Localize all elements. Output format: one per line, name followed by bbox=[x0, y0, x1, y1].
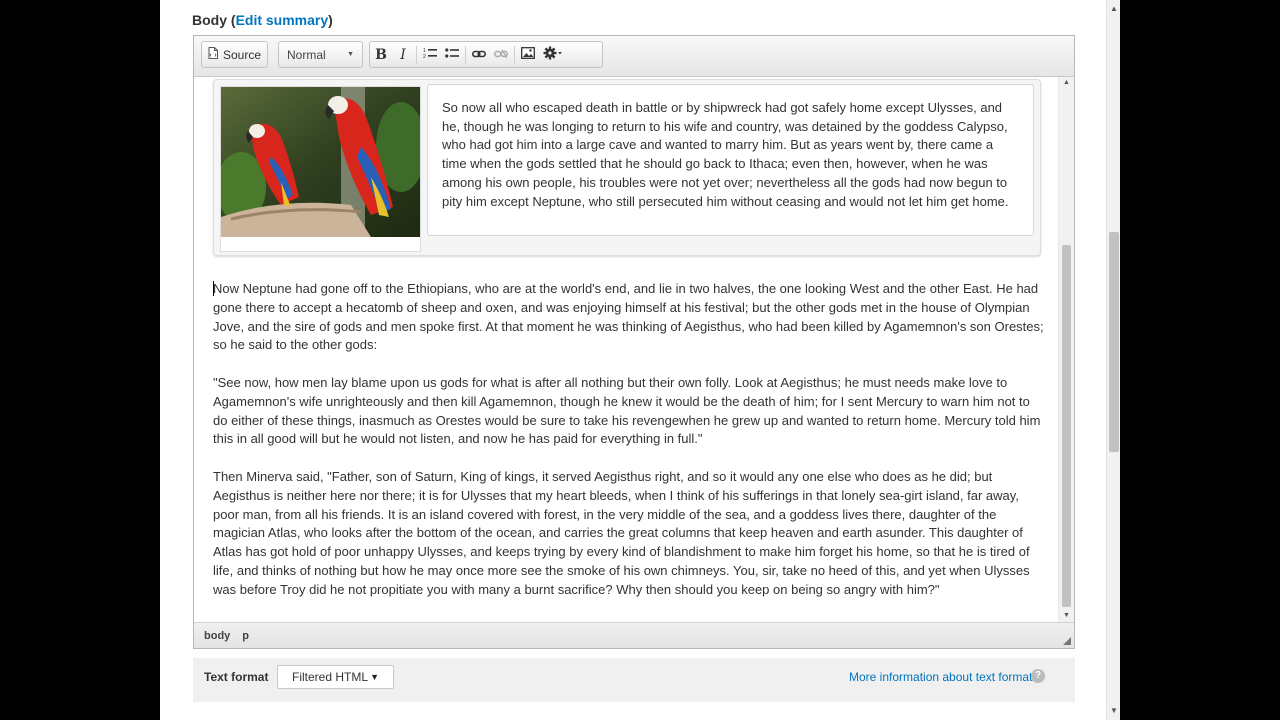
scroll-down-arrow-icon[interactable]: ▼ bbox=[1059, 610, 1074, 622]
text-format-help-link[interactable]: More information about text formats bbox=[849, 670, 1038, 684]
resize-handle-icon[interactable] bbox=[1063, 637, 1071, 645]
dropdown-arrow-icon: ▼ bbox=[347, 51, 354, 58]
parrot-image[interactable] bbox=[220, 86, 421, 252]
italic-button[interactable]: I bbox=[392, 42, 414, 67]
link-button[interactable] bbox=[468, 42, 490, 67]
bulleted-list-icon bbox=[445, 47, 459, 62]
gear-icon bbox=[543, 46, 563, 63]
paragraph-format-dropdown[interactable]: Normal ▼ bbox=[278, 41, 363, 68]
page-scroll-thumb[interactable] bbox=[1109, 232, 1119, 452]
link-icon bbox=[472, 48, 486, 62]
svg-text:2: 2 bbox=[423, 54, 426, 59]
toolbar-separator bbox=[416, 45, 417, 64]
numbered-list-icon: 12 bbox=[423, 47, 437, 62]
text-format-select[interactable]: Filtered HTML ▼ bbox=[277, 665, 394, 689]
edit-summary-link[interactable]: Edit summary bbox=[236, 12, 329, 28]
editor-content-area[interactable]: So now all who escaped death in battle o… bbox=[194, 77, 1058, 622]
unlink-button[interactable] bbox=[490, 42, 512, 67]
dropdown-arrow-icon: ▼ bbox=[370, 672, 379, 682]
element-path-bar: body p bbox=[194, 622, 1074, 648]
numbered-list-button[interactable]: 12 bbox=[419, 42, 441, 67]
text-format-value: Filtered HTML bbox=[292, 670, 369, 684]
text-format-label: Text format bbox=[204, 670, 269, 684]
body-field-label: Body (Edit summary) bbox=[192, 12, 333, 28]
rich-text-editor: Source Normal ▼ B I 12 So now all who es… bbox=[193, 35, 1075, 649]
path-item-body[interactable]: body bbox=[204, 630, 230, 642]
source-label: Source bbox=[222, 47, 262, 62]
format-value: Normal bbox=[287, 47, 326, 62]
image-icon bbox=[521, 47, 535, 62]
editor-scrollbar[interactable]: ▲ ▼ bbox=[1058, 77, 1074, 622]
source-icon bbox=[208, 47, 218, 62]
bold-button[interactable]: B bbox=[370, 42, 392, 67]
scroll-up-arrow-icon[interactable]: ▲ bbox=[1059, 77, 1074, 89]
source-button[interactable]: Source bbox=[201, 41, 268, 68]
body-paragraph-3[interactable]: Then Minerva said, "Father, son of Satur… bbox=[213, 468, 1047, 600]
body-paragraph-2[interactable]: "See now, how men lay blame upon us gods… bbox=[213, 374, 1047, 449]
text-format-bar: Text format Filtered HTML ▼ More informa… bbox=[193, 658, 1075, 702]
page-scroll-down-icon[interactable]: ▼ bbox=[1107, 704, 1120, 718]
toolbar-separator bbox=[465, 45, 466, 64]
image-button[interactable] bbox=[517, 42, 539, 67]
close-paren: ) bbox=[328, 12, 333, 28]
editor-toolbar: Source Normal ▼ B I 12 bbox=[194, 36, 1074, 77]
toolbar-separator bbox=[514, 45, 515, 64]
italic-icon: I bbox=[400, 46, 406, 63]
help-icon[interactable]: ? bbox=[1031, 669, 1045, 683]
page-scroll-up-icon[interactable]: ▲ bbox=[1107, 2, 1120, 16]
formatting-button-group: B I 12 bbox=[369, 41, 603, 68]
editor-scroll-thumb[interactable] bbox=[1062, 245, 1071, 607]
image-caption[interactable]: So now all who escaped death in battle o… bbox=[427, 84, 1034, 236]
settings-dropdown-button[interactable] bbox=[539, 42, 567, 67]
page-scrollbar[interactable]: ▲ ▼ bbox=[1106, 0, 1120, 720]
bulleted-list-button[interactable] bbox=[441, 42, 463, 67]
field-label-text: Body bbox=[192, 12, 227, 28]
path-item-p[interactable]: p bbox=[242, 630, 249, 642]
page: Body (Edit summary) Source Normal ▼ B I bbox=[160, 0, 1120, 720]
paragraph-text: Now Neptune had gone off to the Ethiopia… bbox=[213, 281, 1044, 353]
bold-icon: B bbox=[375, 46, 387, 63]
unlink-icon bbox=[494, 48, 508, 62]
captioned-image-widget[interactable]: So now all who escaped death in battle o… bbox=[213, 79, 1041, 256]
body-paragraph-1[interactable]: Now Neptune had gone off to the Ethiopia… bbox=[213, 280, 1047, 355]
